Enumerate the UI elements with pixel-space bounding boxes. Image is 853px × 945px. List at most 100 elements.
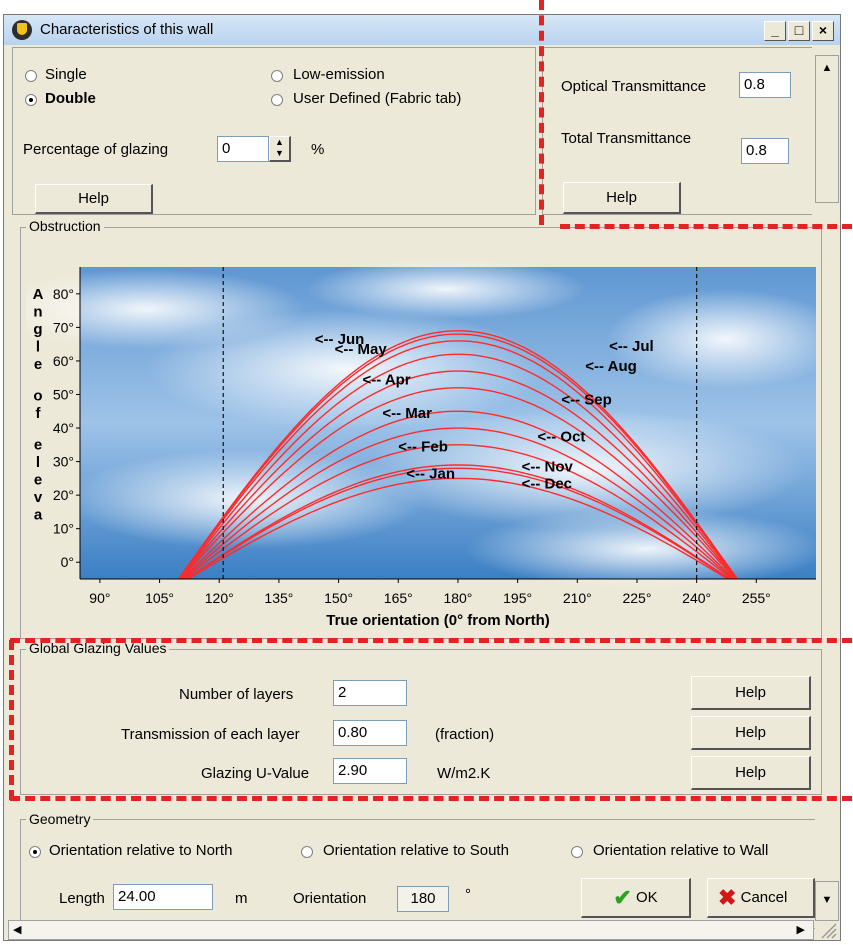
annotation-left-dash — [9, 640, 14, 800]
label-jan: <-- Jan — [406, 465, 455, 482]
y-tick-label-5: 50° — [53, 386, 74, 402]
sun-path-chart: <-- Jun <-- Jul <-- May <-- Aug <-- Apr <-- S… — [26, 249, 816, 631]
double-radio[interactable] — [25, 94, 37, 106]
global-glazing-group: Number of layers 2 Transmission of each … — [20, 649, 822, 795]
uvalue-input[interactable]: 2.90 — [333, 758, 407, 784]
resize-grip-icon[interactable] — [818, 920, 838, 940]
length-input[interactable]: 24.00 — [113, 884, 213, 910]
label-dec: <-- Dec — [522, 475, 572, 492]
y-axis-title-char-13: a — [34, 507, 43, 524]
scroll-left-icon[interactable]: ◀ — [13, 923, 21, 936]
y-tick-label-3: 30° — [53, 454, 74, 470]
transmission-input[interactable]: 0.80 — [333, 720, 407, 746]
relative-south-radio[interactable] — [301, 846, 313, 858]
x-tick-label-1: 105° — [145, 590, 174, 606]
window-title: Characteristics of this wall — [40, 21, 214, 38]
relative-wall-label: Orientation relative to Wall — [593, 842, 769, 859]
uvalue-unit: W/m2.K — [437, 765, 491, 782]
app-icon — [12, 20, 32, 40]
annotation-vertical-dash — [539, 0, 544, 225]
percentage-glazing-input[interactable]: 0 — [217, 136, 269, 162]
optical-transmittance-label: Optical Transmittance — [561, 78, 707, 95]
annotation-bottom-dash — [10, 796, 852, 801]
label-feb: <-- Feb — [398, 439, 448, 456]
label-may: <-- May — [335, 341, 388, 358]
y-axis-title-char-0: A — [33, 286, 44, 303]
uvalue-help-button[interactable]: Help — [691, 756, 811, 790]
annotation-top-dash — [560, 224, 852, 229]
orientation-unit: ° — [465, 886, 471, 903]
y-tick-label-8: 80° — [53, 286, 74, 302]
uvalue-label: Glazing U-Value — [201, 765, 310, 782]
relative-north-radio[interactable] — [29, 846, 41, 858]
y-axis-title-char-3: l — [36, 339, 40, 356]
user-defined-label: User Defined (Fabric tab) — [293, 90, 462, 107]
top-panel-scrollbar[interactable]: ▲ — [815, 55, 839, 203]
relative-south-label: Orientation relative to South — [323, 842, 509, 859]
y-axis-title-char-4: e — [34, 356, 42, 373]
scroll-up-icon[interactable]: ▲ — [816, 62, 838, 74]
y-axis-title-char-1: n — [33, 304, 42, 321]
x-tick-label-7: 195° — [503, 590, 532, 606]
geometry-group: Orientation relative to North Orientatio… — [20, 819, 815, 929]
maximize-button[interactable]: □ — [788, 21, 810, 41]
y-tick-label-0: 0° — [61, 554, 74, 570]
percent-unit: % — [311, 141, 325, 158]
transmission-label: Transmission of each layer — [121, 726, 300, 743]
optical-transmittance-input[interactable]: 0.8 — [739, 72, 791, 98]
right-scrollbar[interactable]: ▼ — [815, 881, 839, 921]
orientation-value: 180 — [397, 886, 449, 912]
low-emission-label: Low-emission — [293, 66, 385, 83]
scroll-down-icon[interactable]: ▼ — [816, 894, 838, 906]
x-tick-label-3: 135° — [264, 590, 293, 606]
y-axis-title: Angleofeleva — [33, 286, 44, 524]
close-button[interactable]: × — [812, 21, 834, 41]
cancel-button[interactable]: ✖ Cancel — [707, 878, 815, 918]
user-defined-radio[interactable] — [271, 94, 283, 106]
y-axis-title-char-10: l — [36, 454, 40, 471]
y-axis-title-char-11: e — [34, 472, 42, 489]
layers-label: Number of layers — [179, 686, 294, 703]
checkmark-icon: ✔ — [613, 885, 632, 911]
percentage-glazing-label: Percentage of glazing — [23, 141, 169, 158]
label-sep: <-- Sep — [561, 392, 611, 409]
cloud-6 — [466, 509, 816, 589]
relative-wall-radio[interactable] — [571, 846, 583, 858]
x-tick-label-8: 210° — [563, 590, 592, 606]
chart-svg: <-- Jun <-- Jul<-- May<-- Aug<-- Apr<-- S… — [26, 259, 816, 629]
label-mar: <-- Mar — [382, 405, 432, 422]
x-tick-label-5: 165° — [384, 590, 413, 606]
geometry-title: Geometry — [26, 811, 94, 827]
x-tick-label-9: 225° — [622, 590, 651, 606]
transmission-help-button[interactable]: Help — [691, 716, 811, 750]
cloud-3 — [306, 259, 586, 319]
label-jul: <-- Jul — [609, 338, 654, 355]
y-axis-title-char-12: v — [34, 489, 43, 506]
transmittance-help-button[interactable]: Help — [563, 182, 681, 214]
x-tick-label-6: 180° — [443, 590, 472, 606]
percentage-spinner[interactable]: ▲ ▼ — [269, 136, 291, 162]
x-tick-label-10: 240° — [682, 590, 711, 606]
x-tick-label-11: 255° — [742, 590, 771, 606]
label-apr: <-- Apr — [362, 371, 410, 388]
y-tick-label-7: 70° — [53, 319, 74, 335]
minimize-button[interactable]: _ — [764, 21, 786, 41]
horizontal-scrollbar[interactable]: ◀ ▶ — [8, 920, 814, 940]
x-tick-label-0: 90° — [89, 590, 110, 606]
ok-button[interactable]: ✔ OK — [581, 878, 691, 918]
y-tick-label-4: 40° — [53, 420, 74, 436]
scroll-right-icon[interactable]: ▶ — [797, 923, 805, 936]
total-transmittance-input[interactable]: 0.8 — [741, 138, 789, 164]
x-tick-label-4: 150° — [324, 590, 353, 606]
low-emission-radio[interactable] — [271, 70, 283, 82]
x-tick-label-2: 120° — [205, 590, 234, 606]
y-tick-label-2: 20° — [53, 487, 74, 503]
cloud-5 — [66, 449, 426, 549]
glazing-help-button[interactable]: Help — [35, 184, 153, 214]
label-nov: <-- Nov — [522, 459, 574, 476]
layers-input[interactable]: 2 — [333, 680, 407, 706]
transmittance-panel: Optical Transmittance 0.8 Total Transmit… — [542, 47, 812, 215]
annotation-middle-dash — [10, 638, 852, 643]
layers-help-button[interactable]: Help — [691, 676, 811, 710]
single-radio[interactable] — [25, 70, 37, 82]
